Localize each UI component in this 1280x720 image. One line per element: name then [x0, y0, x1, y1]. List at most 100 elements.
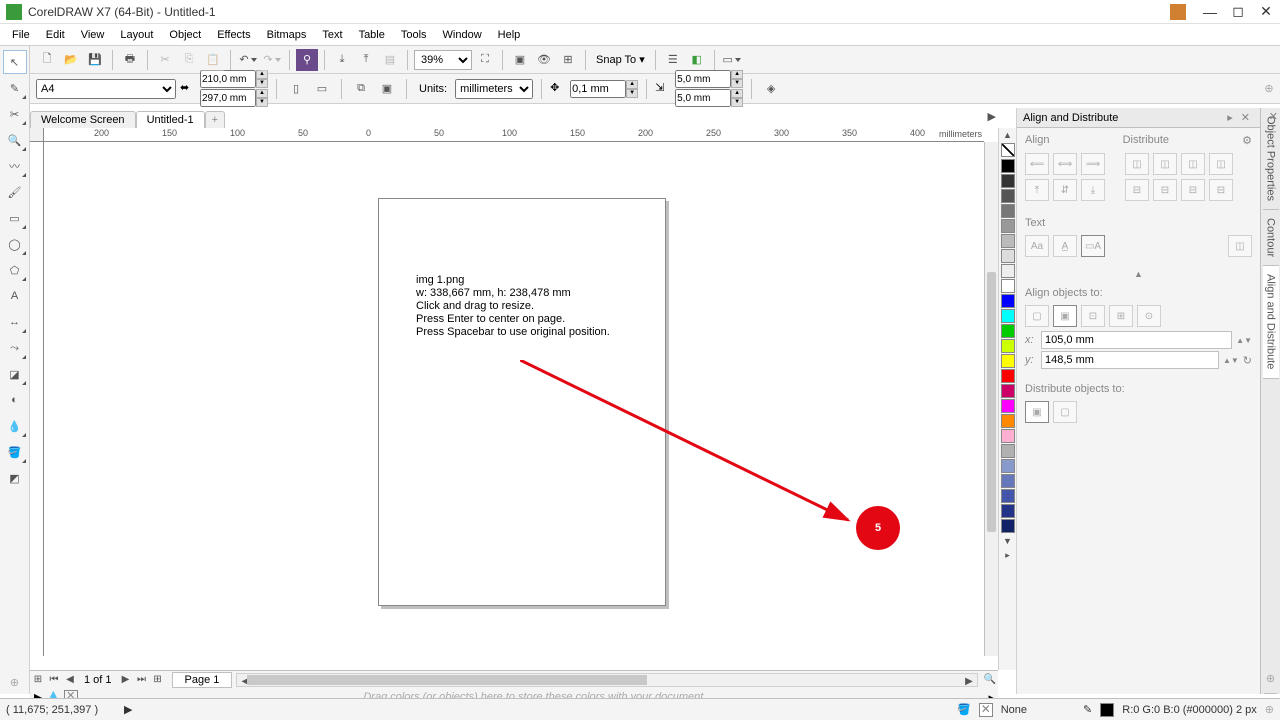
dup-x-input[interactable] — [675, 70, 731, 88]
color-swatch[interactable] — [1001, 369, 1015, 383]
fill-swatch[interactable] — [979, 703, 993, 717]
ruler-vertical[interactable] — [30, 142, 44, 656]
distribute-to-page-button[interactable]: ▢ — [1053, 401, 1077, 423]
minimize-button[interactable]: — — [1196, 0, 1224, 24]
menu-table[interactable]: Table — [351, 27, 393, 43]
distribute-left-button[interactable]: ◫ — [1125, 153, 1149, 175]
tab-add[interactable]: + — [205, 111, 225, 128]
menu-object[interactable]: Object — [161, 27, 209, 43]
width-down[interactable]: ▼ — [256, 79, 268, 88]
color-swatch[interactable] — [1001, 399, 1015, 413]
page-size-select[interactable]: A4 — [36, 79, 176, 99]
distribute-spacing-v-button[interactable]: ⊟ — [1181, 179, 1205, 201]
save-button[interactable]: 💾 — [84, 49, 106, 71]
color-swatch[interactable] — [1001, 294, 1015, 308]
outline-swatch[interactable] — [1100, 703, 1114, 717]
close-button[interactable]: ✕ — [1252, 0, 1280, 24]
export-button[interactable]: ⤒ — [355, 49, 377, 71]
page-zoom-icon[interactable]: 🔍 — [982, 672, 998, 688]
horizontal-scrollbar[interactable]: ◀ ▶ — [236, 673, 978, 687]
ruler-origin[interactable] — [30, 128, 44, 142]
height-down[interactable]: ▼ — [256, 98, 268, 107]
color-swatch[interactable] — [1001, 159, 1015, 173]
zoom-select[interactable]: 39% — [414, 50, 472, 70]
color-eyedropper-tool[interactable]: 💧 — [3, 414, 27, 438]
copy-button[interactable]: ⎘ — [178, 49, 200, 71]
tab-welcome-screen[interactable]: Welcome Screen — [30, 111, 136, 128]
distribute-right-button[interactable]: ◫ — [1209, 153, 1233, 175]
width-up[interactable]: ▲ — [256, 70, 268, 79]
vertical-scrollbar[interactable] — [984, 142, 998, 656]
docker-area-close[interactable]: ✕ — [1269, 110, 1278, 123]
menu-edit[interactable]: Edit — [38, 27, 73, 43]
height-up[interactable]: ▲ — [256, 89, 268, 98]
new-button[interactable]: 🗋 — [36, 49, 58, 71]
menu-view[interactable]: View — [73, 27, 113, 43]
show-rulers-button[interactable]: 👁 — [533, 49, 555, 71]
color-swatch[interactable] — [1001, 339, 1015, 353]
menu-file[interactable]: File — [4, 27, 38, 43]
treat-as-filled-button[interactable]: ◈ — [760, 78, 782, 100]
transparency-tool[interactable]: ◐ — [3, 388, 27, 412]
menu-tools[interactable]: Tools — [393, 27, 435, 43]
color-swatch[interactable] — [1001, 234, 1015, 248]
rectangle-tool[interactable]: ▭ — [3, 206, 27, 230]
zoom-tool[interactable]: 🔍 — [3, 128, 27, 152]
page-tab-1[interactable]: Page 1 — [172, 672, 233, 688]
text-tool[interactable]: A — [3, 284, 27, 308]
status-play-icon[interactable]: ▶ — [124, 703, 132, 716]
page-next[interactable]: ▶ — [118, 672, 134, 688]
menu-text[interactable]: Text — [314, 27, 350, 43]
align-to-page-edge-button[interactable]: ▣ — [1053, 305, 1077, 327]
color-swatch[interactable] — [1001, 384, 1015, 398]
tab-untitled-1[interactable]: Untitled-1 — [136, 111, 205, 128]
show-grid-button[interactable]: ⊞ — [557, 49, 579, 71]
align-right-button[interactable]: ⟹ — [1081, 153, 1105, 175]
distribute-bottom-button[interactable]: ⊟ — [1209, 179, 1233, 201]
align-center-v-button[interactable]: ⇵ — [1053, 179, 1077, 201]
color-swatch[interactable] — [1001, 444, 1015, 458]
page-add-before[interactable]: ⊞ — [30, 672, 46, 688]
color-swatch[interactable] — [1001, 474, 1015, 488]
import-button[interactable]: ⤓ — [331, 49, 353, 71]
docker-add-button[interactable]: ⊕ — [1264, 664, 1277, 694]
status-customize[interactable]: ⊕ — [1265, 703, 1274, 716]
distribute-center-h-button[interactable]: ◫ — [1153, 153, 1177, 175]
align-x-input[interactable] — [1041, 331, 1232, 349]
print-button[interactable]: 🖶 — [119, 49, 141, 71]
page-last[interactable]: ⏭ — [134, 672, 150, 688]
color-swatch[interactable] — [1001, 354, 1015, 368]
connector-tool[interactable]: ⤳ — [3, 336, 27, 360]
page-height-input[interactable] — [200, 89, 256, 107]
color-swatch[interactable] — [1001, 204, 1015, 218]
distribute-center-v-button[interactable]: ⊟ — [1153, 179, 1177, 201]
publish-pdf-button[interactable]: ▤ — [379, 49, 401, 71]
color-swatch[interactable] — [1001, 174, 1015, 188]
color-swatch[interactable] — [1001, 219, 1015, 233]
align-bottom-button[interactable]: ⤓ — [1081, 179, 1105, 201]
color-swatch[interactable] — [1001, 414, 1015, 428]
color-swatch[interactable] — [1001, 249, 1015, 263]
align-to-active-button[interactable]: ▢ — [1025, 305, 1049, 327]
menu-layout[interactable]: Layout — [112, 27, 161, 43]
color-swatch[interactable] — [1001, 309, 1015, 323]
toolbox-customize[interactable]: ⊕ — [3, 670, 27, 694]
color-swatch[interactable] — [1001, 189, 1015, 203]
shape-tool[interactable]: ✎ — [3, 76, 27, 100]
color-swatch[interactable] — [1001, 504, 1015, 518]
page-width-input[interactable] — [200, 70, 256, 88]
drop-shadow-tool[interactable]: ◪ — [3, 362, 27, 386]
align-top-button[interactable]: ⤒ — [1025, 179, 1049, 201]
distribute-to-selection-button[interactable]: ▣ — [1025, 401, 1049, 423]
redo-button[interactable]: ↷ — [261, 49, 283, 71]
text-first-line-button[interactable]: A̲ — [1053, 235, 1077, 257]
docker-tab-object-properties[interactable]: Object Properties — [1263, 108, 1279, 210]
align-to-page-center-button[interactable]: ⊡ — [1081, 305, 1105, 327]
align-y-input[interactable] — [1041, 351, 1219, 369]
ellipse-tool[interactable]: ◯ — [3, 232, 27, 256]
menu-effects[interactable]: Effects — [209, 27, 258, 43]
canvas[interactable]: img 1.png w: 338,667 mm, h: 238,478 mm C… — [44, 142, 984, 656]
open-button[interactable]: 📂 — [60, 49, 82, 71]
pick-tool[interactable]: ↖ — [3, 50, 27, 74]
palette-scroll-up[interactable]: ▲ — [1003, 128, 1012, 142]
